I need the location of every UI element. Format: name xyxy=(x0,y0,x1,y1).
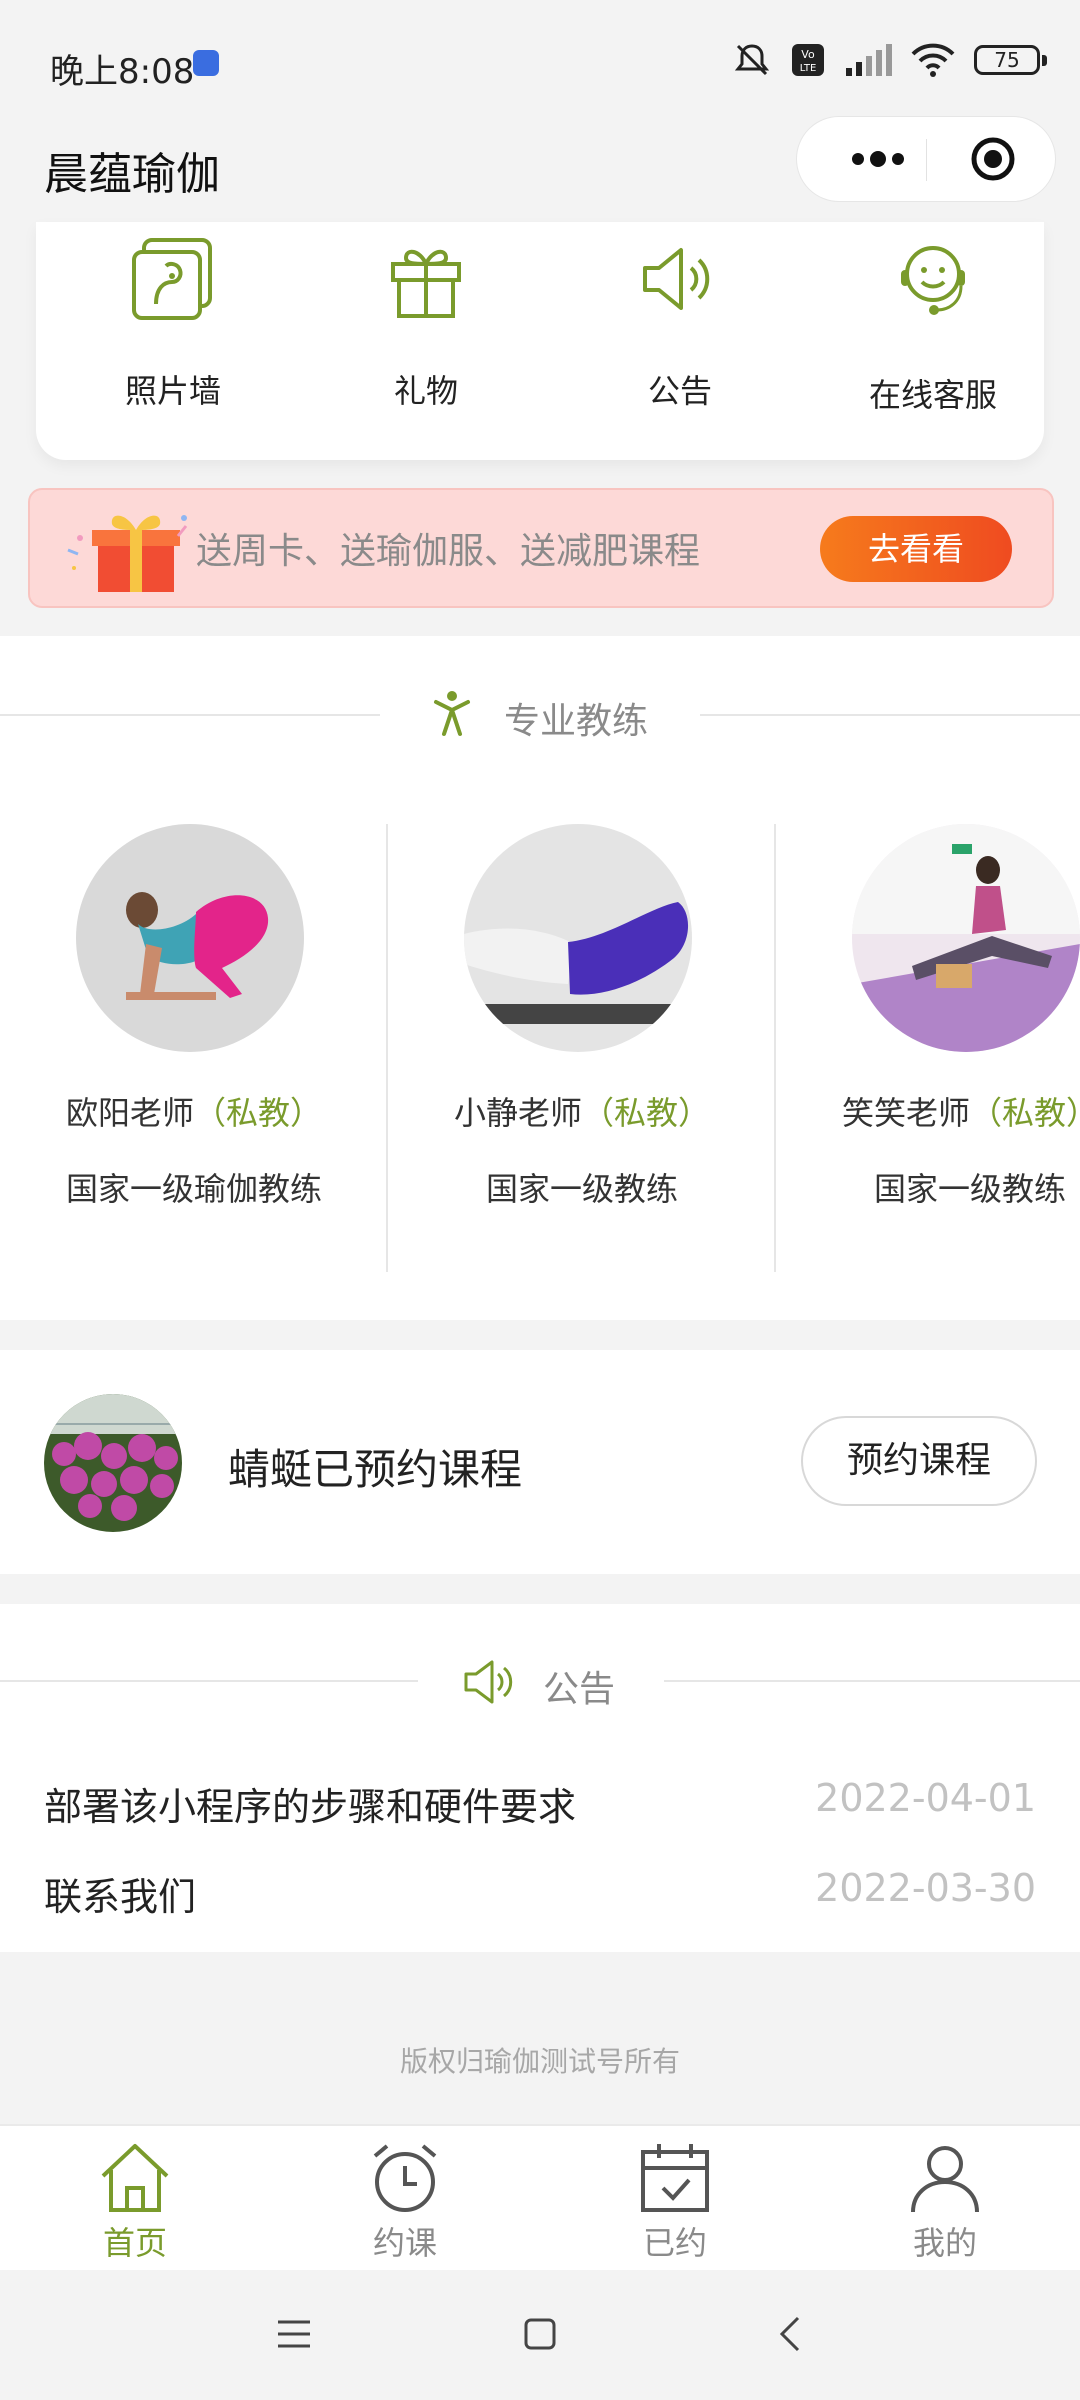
menu-icon[interactable] xyxy=(274,2316,314,2352)
divider-line xyxy=(700,714,1080,716)
svg-text:Vo: Vo xyxy=(801,48,815,61)
section-title: 专业教练 xyxy=(504,701,649,742)
coach-desc: 国家一级教练 xyxy=(873,1170,1066,1208)
coach-name-line: 欧阳老师（私教） xyxy=(0,1088,388,1134)
divider-line xyxy=(0,1680,418,1682)
system-nav-bar xyxy=(0,2270,1080,2400)
notice-section: 公告 部署该小程序的步骤和硬件要求 2022-04-01 联系我们 2022-0… xyxy=(0,1604,1080,1952)
speaker-icon xyxy=(643,248,710,310)
back-icon[interactable] xyxy=(774,2314,806,2354)
divider-line xyxy=(664,1680,1080,1682)
tab-home[interactable]: 首页 xyxy=(0,2126,270,2272)
coach-avatar xyxy=(76,824,304,1052)
tab-label: 已约 xyxy=(642,2224,707,2262)
gift-box-icon xyxy=(67,515,188,592)
promo-text: 送周卡、送瑜伽服、送减肥课程 xyxy=(196,531,701,572)
notice-title: 部署该小程序的步骤和硬件要求 xyxy=(44,1785,577,1829)
tab-bar: 首页 约课 已约 我的 xyxy=(0,2124,1080,2270)
coach-card[interactable]: 欧阳老师（私教） 国家一级瑜伽教练 xyxy=(0,792,388,1252)
divider-line xyxy=(0,714,380,716)
coach-card[interactable]: 笑笑老师（私教） 国家一级教练 xyxy=(776,792,1080,1252)
coach-tag: （私教） xyxy=(582,1094,711,1132)
coach-name: 笑笑老师 xyxy=(841,1094,970,1132)
notice-title: 联系我们 xyxy=(44,1875,197,1919)
promo-view-button[interactable]: 去看看 xyxy=(820,516,1012,582)
coach-desc: 国家一级瑜伽教练 xyxy=(65,1170,322,1208)
coach-avatar xyxy=(852,824,1080,1052)
capsule-divider xyxy=(926,139,927,181)
customer-service-icon xyxy=(901,246,965,315)
menu-card: 照片墙 礼物 公告 在线客服 xyxy=(36,222,1044,460)
tab-booking[interactable]: 约课 xyxy=(270,2126,540,2272)
wifi-icon xyxy=(911,43,955,77)
mini-program-capsule xyxy=(796,116,1056,202)
alarm-clock-icon xyxy=(373,2144,437,2212)
coach-name-line: 小静老师（私教） xyxy=(388,1088,776,1134)
menu-item-photo-wall[interactable]: 照片墙 xyxy=(73,222,273,460)
tab-label: 约课 xyxy=(372,2224,437,2262)
signal-icon xyxy=(846,44,892,76)
close-target-icon[interactable] xyxy=(969,135,1017,183)
battery-icon: 75 xyxy=(974,45,1047,75)
user-avatar xyxy=(44,1394,182,1532)
menu-item-label: 礼物 xyxy=(393,372,458,410)
menu-item-notice[interactable]: 公告 xyxy=(580,222,780,460)
tab-mine[interactable]: 我的 xyxy=(810,2126,1080,2272)
speaker-icon xyxy=(464,1660,513,1704)
coach-name: 小静老师 xyxy=(453,1094,582,1132)
status-icons: Vo LTE 75 xyxy=(732,40,1047,80)
tab-label: 我的 xyxy=(912,2224,977,2262)
coach-desc: 国家一级教练 xyxy=(485,1170,678,1208)
photo-wall-icon xyxy=(132,238,212,320)
coach-tag: （私教） xyxy=(194,1094,323,1132)
home-square-icon[interactable] xyxy=(522,2316,558,2352)
gift-icon xyxy=(391,249,461,318)
menu-item-label: 公告 xyxy=(647,372,712,410)
mute-icon xyxy=(734,44,770,76)
menu-item-customer-service[interactable]: 在线客服 xyxy=(833,222,1033,460)
coach-figure-icon xyxy=(434,691,470,736)
notice-date: 2022-04-01 xyxy=(815,1776,1036,1820)
coach-avatar xyxy=(464,824,692,1052)
more-icon[interactable] xyxy=(833,133,923,185)
coach-name-line: 笑笑老师（私教） xyxy=(776,1088,1080,1134)
coaches-section: 专业教练 欧阳老师（私教） 国家一级瑜伽教练 小静老师（私教） 国家一级教练 笑… xyxy=(0,636,1080,1320)
book-course-button[interactable]: 预约课程 xyxy=(801,1416,1037,1506)
booking-text: 蜻蜓已预约课程 xyxy=(228,1445,523,1494)
svg-text:LTE: LTE xyxy=(800,63,817,74)
volte-icon: Vo LTE xyxy=(792,44,824,76)
coach-tag: （私教） xyxy=(970,1094,1080,1132)
menu-item-label: 照片墙 xyxy=(124,372,221,410)
coach-card[interactable]: 小静老师（私教） 国家一级教练 xyxy=(388,792,776,1252)
user-icon xyxy=(911,2146,979,2213)
coach-carousel[interactable]: 欧阳老师（私教） 国家一级瑜伽教练 小静老师（私教） 国家一级教练 笑笑老师（私… xyxy=(0,792,1080,1312)
status-time: 晚上8:08 xyxy=(50,52,195,92)
app-badge-icon xyxy=(193,50,219,76)
status-bar: 晚上8:08 Vo LTE 75 xyxy=(0,0,1080,120)
page-title: 晨蕴瑜伽 xyxy=(44,149,220,200)
home-icon xyxy=(101,2144,169,2212)
menu-item-label: 在线客服 xyxy=(868,376,997,414)
menu-item-gift[interactable]: 礼物 xyxy=(326,222,526,460)
promo-banner[interactable]: 送周卡、送瑜伽服、送减肥课程 去看看 xyxy=(28,488,1054,608)
tab-booked[interactable]: 已约 xyxy=(540,2126,810,2272)
notice-date: 2022-03-30 xyxy=(815,1866,1036,1910)
copyright-text: 版权归瑜伽测试号所有 xyxy=(399,2045,680,2078)
calendar-check-icon xyxy=(641,2144,709,2212)
section-title: 公告 xyxy=(543,1669,616,1710)
tab-label: 首页 xyxy=(102,2224,167,2262)
coach-name: 欧阳老师 xyxy=(65,1094,194,1132)
